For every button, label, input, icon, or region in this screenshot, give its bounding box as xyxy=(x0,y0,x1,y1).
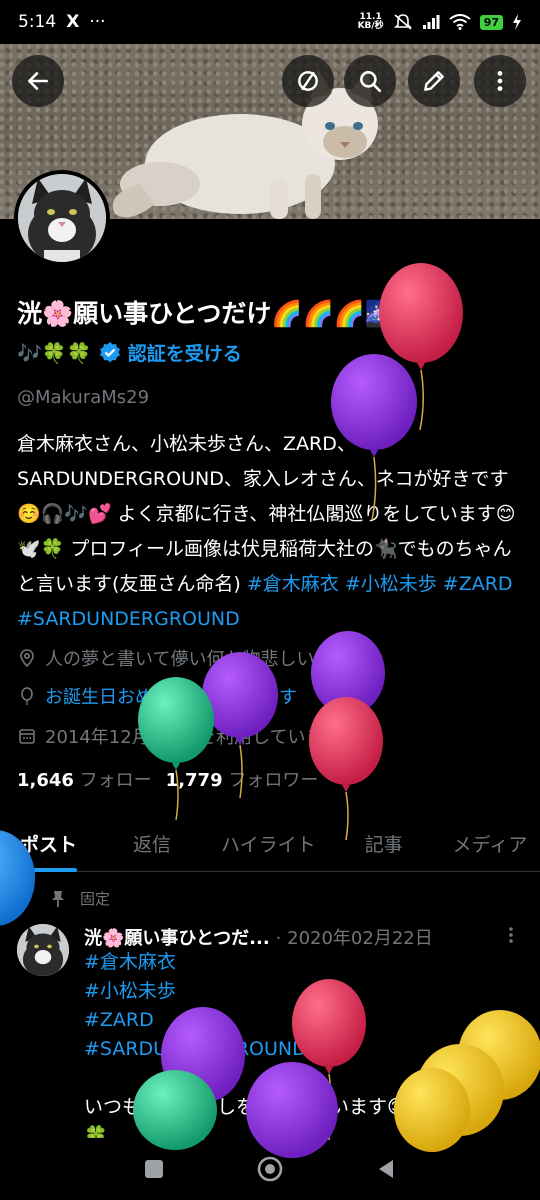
pinned-label: 固定 xyxy=(80,890,111,908)
balloon xyxy=(379,263,463,431)
edit-button[interactable] xyxy=(408,55,460,107)
joined-text: 2014年12月からXを利用しています xyxy=(45,727,342,748)
post-body[interactable]: #倉木麻衣 #小松未歩 #ZARD #SARDUNDERGROUND いつも元気… xyxy=(84,948,524,1151)
x-app-icon: X xyxy=(66,12,80,32)
circle-slash-icon xyxy=(298,71,318,91)
get-verified-link[interactable]: 認証を受ける xyxy=(98,339,242,366)
post-hashtag[interactable]: #小松未歩 xyxy=(84,977,524,1006)
tab-media[interactable]: メディア xyxy=(453,818,528,871)
post-date[interactable]: · 2020年02月22日 xyxy=(276,924,433,950)
search-button[interactable] xyxy=(344,55,396,107)
user-handle: @MakuraMs29 xyxy=(17,387,150,408)
tab-highlights[interactable]: ハイライト xyxy=(221,818,316,871)
birthday-text[interactable]: お誕生日おめでとうございます xyxy=(45,683,297,709)
status-dots: ··· xyxy=(89,12,106,32)
following-label: フォロー xyxy=(79,770,152,791)
calendar-icon xyxy=(19,729,35,744)
balloon-icon xyxy=(21,687,33,705)
pencil-icon xyxy=(424,71,444,91)
net-speed: 11.1 KB/秒 xyxy=(358,13,384,31)
post-avatar[interactable] xyxy=(17,924,69,976)
back-arrow-icon xyxy=(28,72,48,90)
post-text: いつも元気と癒しをもらっています😊 xyxy=(84,1096,407,1118)
following-link[interactable]: 1,646 フォロー xyxy=(17,766,152,792)
tab-articles[interactable]: 記事 xyxy=(365,818,403,871)
wifi-icon xyxy=(449,14,471,30)
home-circle-icon[interactable] xyxy=(257,1156,283,1182)
chevron-right-icon xyxy=(352,729,361,743)
pin-icon xyxy=(52,890,64,907)
avatar-cat-image xyxy=(18,174,106,262)
post-more-button[interactable] xyxy=(508,926,514,949)
followers-label: フォロワー xyxy=(228,770,319,791)
profile-bio: 倉木麻衣さん、小松未歩さん、ZARD、SARDUNDERGROUND、家入レオさ… xyxy=(17,427,527,637)
search-icon xyxy=(360,71,382,93)
birthday-row: お誕生日おめでとうございます xyxy=(17,683,297,709)
more-button[interactable] xyxy=(474,55,526,107)
mute-button[interactable] xyxy=(282,55,334,107)
pinned-indicator: 固定 xyxy=(50,888,110,909)
post-hashtag[interactable]: #倉木麻衣 xyxy=(84,948,524,977)
name-line-2: 🎶🍀🍀 認証を受ける xyxy=(17,339,242,366)
post-spacer xyxy=(84,1064,524,1093)
more-vertical-icon xyxy=(509,927,513,943)
following-count: 1,646 xyxy=(17,770,74,791)
post-avatar-image xyxy=(17,924,69,976)
post-author[interactable]: 洸🌸願い事ひとつだ... xyxy=(84,924,270,950)
net-speed-unit: KB/秒 xyxy=(357,21,384,31)
location-text: 人の夢と書いて儚い何か物悲しいわね…。 xyxy=(45,649,387,670)
joined-row[interactable]: 2014年12月からXを利用しています xyxy=(17,723,364,749)
verified-badge-icon xyxy=(99,341,120,362)
status-bar: 5:14 X ··· 11.1 KB/秒 97 xyxy=(0,0,540,44)
profile-avatar[interactable] xyxy=(14,170,110,266)
charging-icon xyxy=(513,14,521,30)
followers-count: 1,779 xyxy=(165,770,223,791)
location-row: 人の夢と書いて儚い何か物悲しいわね…。 xyxy=(17,645,386,671)
system-nav-bar xyxy=(0,1138,540,1200)
post-header: 洸🌸願い事ひとつだ... · 2020年02月22日 xyxy=(84,924,433,950)
mute-bell-icon xyxy=(393,14,412,30)
battery-indicator: 97 xyxy=(479,14,503,30)
recents-square-icon[interactable] xyxy=(143,1158,165,1180)
get-verified-label: 認証を受ける xyxy=(127,343,242,365)
display-name: 洸🌸願い事ひとつだけ🌈🌈🌈🌌🦉 xyxy=(17,299,428,328)
back-button[interactable] xyxy=(12,55,64,107)
post-hashtag[interactable]: #SARDUNDERGROUND xyxy=(84,1035,524,1064)
tab-posts[interactable]: ポスト xyxy=(20,818,78,872)
profile-tabs: ポスト 返信 ハイライト 記事 メディア xyxy=(0,818,540,872)
follow-stats: 1,646 フォロー 1,779 フォロワー xyxy=(17,766,318,792)
tab-replies[interactable]: 返信 xyxy=(133,818,171,871)
bio-text: 倉木麻衣さん、小松未歩さん、ZARD、SARDUNDERGROUND、家入レオさ… xyxy=(17,433,516,595)
signal-icon xyxy=(422,15,440,29)
status-time: 5:14 xyxy=(18,12,57,32)
post-hashtag[interactable]: #ZARD xyxy=(84,1006,524,1035)
name-emojis: 🎶🍀🍀 xyxy=(17,340,92,365)
more-vertical-icon xyxy=(497,71,503,91)
back-triangle-icon[interactable] xyxy=(375,1158,397,1180)
location-pin-icon xyxy=(20,649,34,668)
followers-link[interactable]: 1,779 フォロワー xyxy=(166,766,319,792)
